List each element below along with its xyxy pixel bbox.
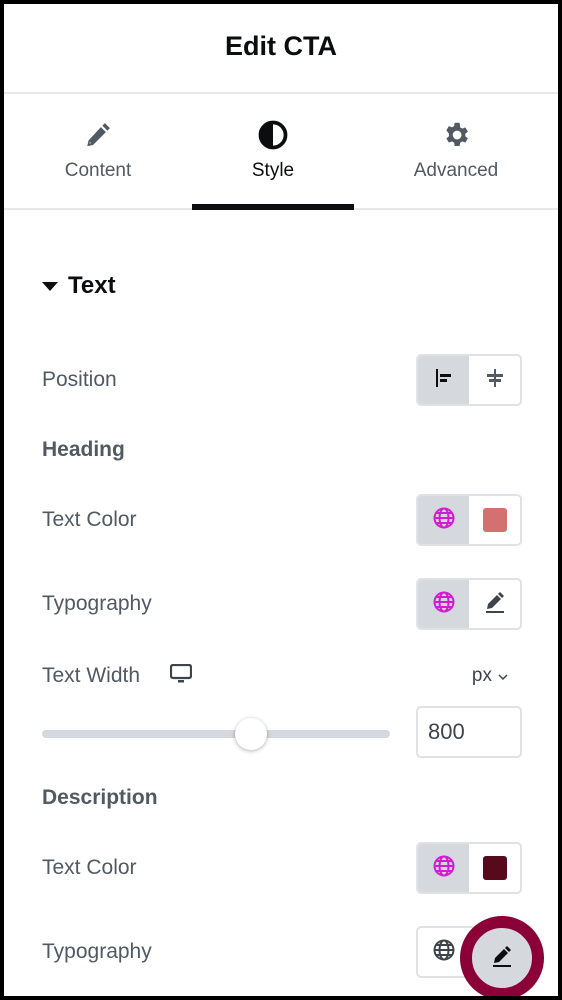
color-picker-button[interactable] xyxy=(469,844,520,892)
text-color-label: Text Color xyxy=(42,508,137,531)
tab-style[interactable]: Style xyxy=(192,94,354,210)
tab-label: Advanced xyxy=(413,160,499,181)
globe-icon xyxy=(432,590,456,619)
text-width-header: Text Width px xyxy=(42,656,522,696)
global-colors-button[interactable] xyxy=(418,496,469,544)
typography-toggle xyxy=(416,578,522,630)
pencil-icon xyxy=(83,118,113,152)
caret-down-icon xyxy=(42,281,58,291)
heading-typography-control: Typography xyxy=(42,578,522,630)
text-width-label: Text Width xyxy=(42,664,141,687)
position-option-center[interactable] xyxy=(469,356,520,404)
global-colors-button[interactable] xyxy=(418,844,469,892)
half-circle-icon xyxy=(258,118,288,152)
text-color-toggle xyxy=(416,494,522,546)
slider-handle[interactable] xyxy=(234,718,267,750)
position-label: Position xyxy=(42,368,117,391)
tab-advanced[interactable]: Advanced xyxy=(354,94,558,208)
align-start-icon xyxy=(433,367,455,394)
color-picker-button[interactable] xyxy=(469,496,520,544)
position-toggle xyxy=(416,354,522,406)
align-center-icon xyxy=(484,367,506,394)
heading-subheading: Heading xyxy=(42,438,125,461)
description-typography-control: Typography xyxy=(42,926,522,978)
section-title: Text xyxy=(68,272,116,299)
globe-icon xyxy=(432,854,456,883)
position-option-start[interactable] xyxy=(418,356,469,404)
gear-icon xyxy=(441,118,471,152)
tab-label: Style xyxy=(251,160,295,181)
section-toggle-text[interactable]: Text xyxy=(42,272,116,300)
edit-typography-button[interactable] xyxy=(469,580,520,628)
globe-icon xyxy=(432,506,456,535)
unit-value: px xyxy=(471,665,492,686)
text-width-input[interactable] xyxy=(416,706,522,758)
edit-pencil-icon xyxy=(489,943,515,974)
tab-content[interactable]: Content xyxy=(4,94,192,208)
typography-label: Typography xyxy=(42,592,152,615)
desktop-icon[interactable] xyxy=(169,663,193,689)
tab-label: Content xyxy=(64,160,132,181)
description-text-color-control: Text Color xyxy=(42,842,522,894)
chevron-down-icon xyxy=(498,665,508,687)
edit-pencil-icon xyxy=(482,589,508,620)
text-color-label: Text Color xyxy=(42,856,137,879)
text-color-toggle xyxy=(416,842,522,894)
heading-text-color-control: Text Color xyxy=(42,494,522,546)
slider-track[interactable] xyxy=(42,730,390,738)
panel-title: Edit CTA xyxy=(225,30,337,61)
color-swatch xyxy=(482,508,507,532)
description-subheading: Description xyxy=(42,786,158,809)
unit-selector[interactable]: px xyxy=(472,665,508,687)
edit-typography-button-highlighted[interactable] xyxy=(460,916,544,996)
panel-header: Edit CTA xyxy=(4,4,558,94)
color-swatch xyxy=(482,856,507,880)
position-control: Position xyxy=(42,354,522,406)
global-typography-button[interactable] xyxy=(418,580,469,628)
text-width-slider-row xyxy=(42,706,522,758)
tab-bar: Content Style Advanced xyxy=(4,94,558,210)
editor-panel: Edit CTA Content Style Advanced Text Pos… xyxy=(4,4,558,996)
typography-label: Typography xyxy=(42,940,152,963)
globe-icon xyxy=(432,938,456,967)
